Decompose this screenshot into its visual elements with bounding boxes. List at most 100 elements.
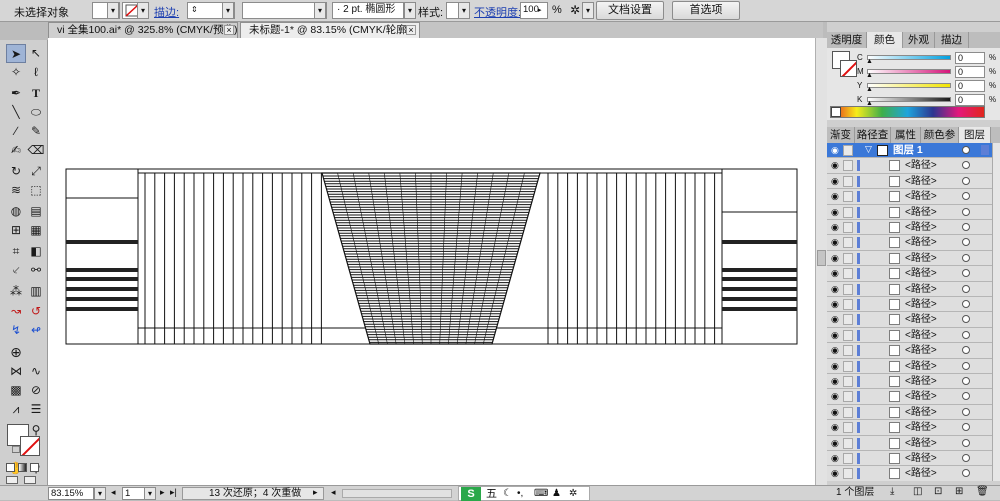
layer-item-row[interactable]: ◉ <路径> [827,250,992,267]
tab-gradient[interactable]: 渐变 [827,127,855,143]
channel-slider[interactable] [867,83,951,88]
path-name[interactable]: <路径> [905,267,937,280]
scale-icon[interactable]: ⤢ [26,162,46,181]
target-icon[interactable] [962,377,970,385]
slider-thumb-icon[interactable]: ▲ [866,58,873,65]
slider-thumb-icon[interactable]: ▲ [866,72,873,79]
color-spectrum-bar[interactable] [830,106,985,118]
layer-item-row[interactable]: ◉ <路径> [827,158,992,174]
scroll-thumb[interactable] [817,250,826,266]
layer-item-row[interactable]: ◉ <路径> [827,312,992,328]
channel-slider[interactable] [867,69,951,74]
lock-toggle[interactable] [843,175,853,187]
locate-object-icon[interactable]: ⤓ [890,486,894,497]
layer-item-row[interactable]: ◉ <路径> [827,281,992,297]
tab-pathfinder[interactable]: 路径查 [855,127,891,143]
layer-item-row[interactable]: ◉ <路径> [827,173,992,190]
perspective-icon[interactable]: ⊞ [6,221,26,240]
tab-attributes[interactable]: 属性 [891,127,921,143]
eye-icon[interactable]: ◉ [831,207,839,217]
tab-appearance[interactable]: 外观 [903,32,935,48]
lock-toggle[interactable] [843,468,853,480]
layer-item-row[interactable]: ◉ <路径> [827,297,992,313]
warp-icon[interactable]: ≋ [6,181,26,200]
play-small-icon[interactable]: ▸ [538,6,542,14]
target-icon[interactable] [962,361,970,370]
selection-tool-icon[interactable]: ➤ [6,44,26,63]
pathfinder-icon[interactable]: ⊘ [26,381,46,400]
path-name[interactable]: <路径> [905,236,937,249]
tab-layers[interactable]: 图层 [959,127,991,143]
layer-item-row[interactable]: ◉ <路径> [827,343,992,359]
eye-icon[interactable]: ◉ [831,361,839,371]
artboard-canvas[interactable] [48,38,815,485]
tab-color[interactable]: 颜色 [867,32,903,48]
status-menu-icon[interactable]: ▸ [313,487,318,498]
next-artboard-icon[interactable]: ▸ [160,487,165,498]
expand-chevron-icon[interactable]: ▽ [865,144,872,155]
path-name[interactable]: <路径> [905,329,937,342]
eye-icon[interactable]: ◉ [831,223,839,232]
target-icon[interactable] [962,469,970,478]
symbol-sprayer-icon[interactable]: ⁂ [6,282,26,301]
layer-item-row[interactable]: ◉ <路径> [827,374,992,390]
crosshair-icon[interactable]: ⊕ [6,343,26,362]
color-mode-icon[interactable] [6,463,15,472]
channel-slider[interactable] [867,97,951,102]
target-icon[interactable] [962,146,970,154]
chevron-down-icon[interactable]: ▾ [137,2,149,19]
trash-icon[interactable]: 🗑 [976,486,989,497]
eye-icon[interactable]: ◉ [831,407,839,417]
tab-color-guide[interactable]: 颜色参 [921,127,959,143]
pencil-icon[interactable]: ✎ [26,122,46,141]
lock-toggle[interactable] [843,268,853,280]
opacity-label[interactable]: 不透明度: [474,4,521,20]
eye-icon[interactable]: ◉ [831,146,839,155]
make-clipping-mask-icon[interactable]: ◫ [913,486,922,497]
mesh-icon[interactable]: ⌗ [6,242,26,261]
path-name[interactable]: <路径> [905,421,937,434]
eye-icon[interactable]: ◉ [831,377,839,386]
layer-row-top[interactable]: ◉ ▽ 图层 1 [827,143,992,159]
vertical-scrollbar[interactable] [815,38,827,485]
tab-document-vi[interactable]: vi 全集100.ai* @ 325.8% (CMYK/预览) × [48,22,238,38]
none-mode-icon[interactable] [30,463,39,472]
chevron-down-icon[interactable]: ▾ [222,2,234,19]
gradient-tool-icon[interactable]: ◧ [26,242,46,261]
target-icon[interactable] [962,423,970,432]
layers-scrollbar[interactable] [992,143,1000,481]
lock-toggle[interactable] [843,345,853,357]
lock-toggle[interactable] [843,160,853,172]
last-artboard-icon[interactable]: ▸| [170,487,177,498]
live-paint-icon[interactable]: ▤ [26,202,46,221]
moon-icon[interactable]: ☾ [503,487,512,501]
lock-toggle[interactable] [843,437,853,449]
path-name[interactable]: <路径> [905,375,937,388]
graph-icon[interactable]: ⩘ [6,400,26,419]
lasso-icon[interactable]: ℓ [26,63,46,82]
path-name[interactable]: <路径> [905,467,937,480]
chevron-down-icon[interactable]: ▾ [582,2,594,19]
eye-icon[interactable]: ◉ [831,176,839,186]
column-graph-icon[interactable]: ▥ [26,282,46,301]
lock-toggle[interactable] [843,376,853,387]
lock-toggle[interactable] [843,283,853,295]
target-icon[interactable] [962,315,970,324]
chevron-down-icon[interactable]: ▾ [404,2,416,19]
curve-anchor-icon[interactable]: ↺ [26,302,46,321]
eye-icon[interactable]: ◉ [831,238,839,247]
target-icon[interactable] [962,346,970,355]
eye-icon[interactable]: ◉ [831,469,839,478]
target-icon[interactable] [962,300,970,308]
lock-toggle[interactable] [843,206,853,218]
layer-item-row[interactable]: ◉ <路径> [827,420,992,436]
pen-icon[interactable]: ✒ [6,84,26,103]
blend-icon[interactable]: ⚯ [26,261,46,280]
lock-toggle[interactable] [843,222,853,233]
eye-icon[interactable]: ◉ [831,454,839,463]
path-name[interactable]: <路径> [905,406,937,419]
slider-thumb-icon[interactable]: ▲ [866,86,873,93]
grid-icon[interactable]: ▩ [6,381,26,400]
new-sublayer-icon[interactable]: ⊡ [934,486,942,497]
path-name[interactable]: <路径> [905,190,937,203]
